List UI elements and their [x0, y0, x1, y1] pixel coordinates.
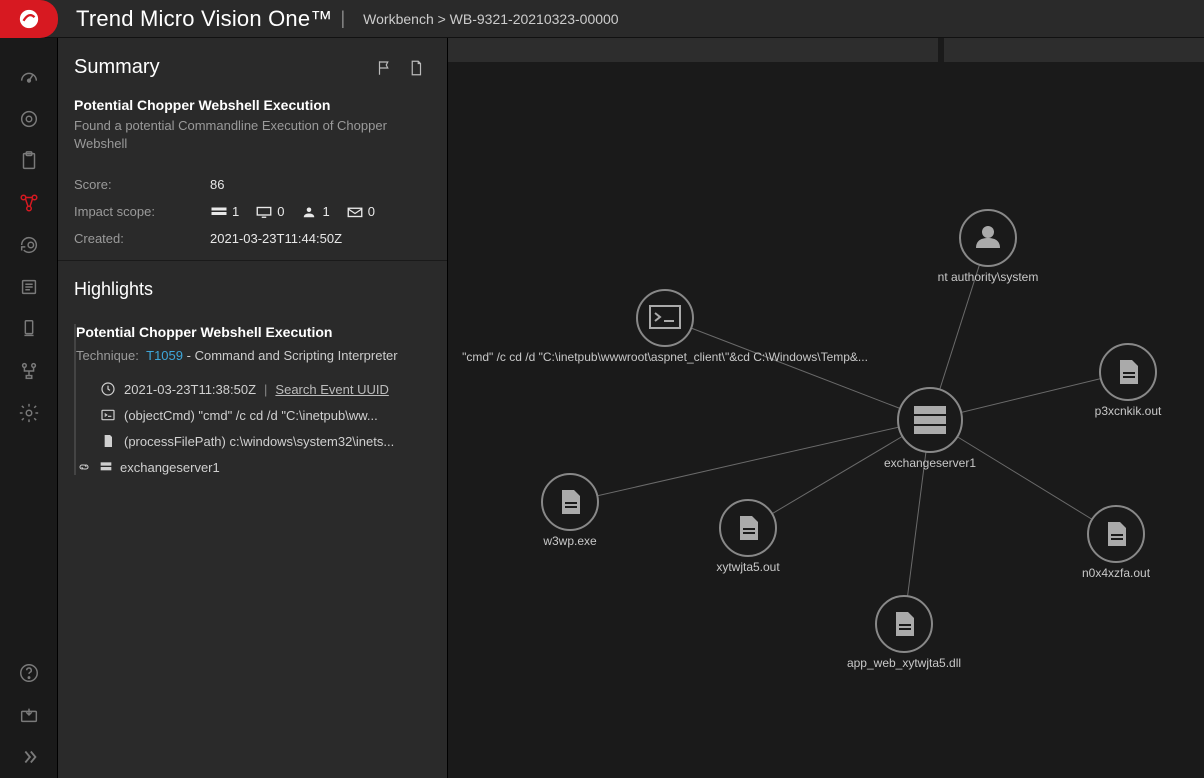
- search-event-link[interactable]: Search Event UUID: [275, 382, 388, 397]
- score-value: 86: [210, 177, 224, 192]
- nav-dashboard[interactable]: [0, 56, 58, 98]
- impact-scope: 1 0 1 0: [210, 204, 375, 219]
- nav-response[interactable]: [0, 308, 58, 350]
- host-row: exchangeserver1: [76, 459, 425, 475]
- process-path-row: (processFilePath) c:\windows\system32\in…: [76, 433, 425, 449]
- graph-tabbar: [448, 38, 1204, 62]
- detection-desc: Found a potential Commandline Execution …: [74, 117, 425, 153]
- detection-title: Potential Chopper Webshell Execution: [74, 97, 425, 113]
- chevron-right-icon: [18, 746, 40, 768]
- terminal-icon: [100, 407, 116, 423]
- label-n0x: n0x4xzfa.out: [1082, 566, 1150, 580]
- graph-canvas[interactable]: [448, 62, 1204, 778]
- inbox-icon: [18, 704, 40, 726]
- email-icon: [346, 205, 364, 219]
- label-xyt: xytwjta5.out: [716, 560, 779, 574]
- graph-icon: [18, 192, 40, 214]
- nav-workbench[interactable]: [0, 182, 58, 224]
- server-icon: [210, 205, 228, 219]
- target-icon: [18, 108, 40, 130]
- object-cmd-row: (objectCmd) "cmd" /c cd /d "C:\inetpub\w…: [76, 407, 425, 423]
- score-label: Score:: [74, 177, 210, 192]
- summary-panel: Summary Potential Chopper Webshell Execu…: [58, 38, 448, 778]
- help-icon: [18, 662, 40, 684]
- server-icon: [98, 459, 114, 475]
- technique-row: Technique: T1059 - Command and Scripting…: [76, 348, 425, 363]
- label-cmd: "cmd" /c cd /d "C:\inetpub\wwwroot\aspne…: [462, 350, 868, 364]
- trend-logo-icon: [18, 8, 40, 30]
- nav-help[interactable]: [0, 652, 58, 694]
- label-p3x: p3xcnkik.out: [1095, 404, 1162, 418]
- label-server: exchangeserver1: [884, 456, 976, 470]
- nav-settings[interactable]: [0, 392, 58, 434]
- user-icon: [300, 205, 318, 219]
- technique-id[interactable]: T1059: [146, 348, 183, 363]
- nav-network[interactable]: [0, 350, 58, 392]
- highlights-title: Highlights: [74, 279, 425, 300]
- phone-icon: [18, 318, 40, 340]
- clipboard-icon: [18, 150, 40, 172]
- graph-tab-2[interactable]: [944, 38, 1204, 62]
- clock-icon: [100, 381, 116, 397]
- product-title: Trend Micro Vision One™: [76, 6, 332, 32]
- gauge-icon: [18, 66, 40, 88]
- highlight-heading: Potential Chopper Webshell Execution: [76, 324, 425, 340]
- note-icon[interactable]: [407, 59, 425, 77]
- created-value: 2021-03-23T11:44:50Z: [210, 231, 342, 246]
- nav-reports[interactable]: [0, 266, 58, 308]
- nav-expand[interactable]: [0, 736, 58, 778]
- list-icon: [18, 276, 40, 298]
- gear-icon: [18, 402, 40, 424]
- file-icon: [100, 433, 116, 449]
- technique-name: Command and Scripting Interpreter: [195, 348, 398, 363]
- summary-title: Summary: [74, 56, 160, 79]
- app-header: Trend Micro Vision One™ | Workbench > WB…: [0, 0, 1204, 38]
- left-nav: [0, 38, 58, 778]
- brand-logo: [0, 0, 58, 38]
- label-w3wp: w3wp.exe: [543, 534, 596, 548]
- impact-label: Impact scope:: [74, 204, 210, 219]
- nav-clipboard[interactable]: [0, 140, 58, 182]
- event-time-row: 2021-03-23T11:38:50Z | Search Event UUID: [76, 381, 425, 397]
- link-icon: [76, 459, 92, 475]
- monitor-icon: [255, 205, 273, 219]
- flag-icon[interactable]: [375, 59, 393, 77]
- label-dll: app_web_xytwjta5.dll: [847, 656, 961, 670]
- breadcrumb: Workbench > WB-9321-20210323-00000: [363, 11, 618, 27]
- created-label: Created:: [74, 231, 210, 246]
- nav-investigate[interactable]: [0, 224, 58, 266]
- network-icon: [18, 360, 40, 382]
- node-cmd[interactable]: [637, 290, 693, 346]
- nav-search[interactable]: [0, 98, 58, 140]
- history-icon: [18, 234, 40, 256]
- graph-area[interactable]: nt authority\system "cmd" /c cd /d "C:\i…: [448, 38, 1204, 778]
- graph-tab-1[interactable]: [448, 38, 938, 62]
- label-user: nt authority\system: [938, 270, 1039, 284]
- nav-inbox[interactable]: [0, 694, 58, 736]
- highlight-card: Potential Chopper Webshell Execution Tec…: [74, 324, 425, 475]
